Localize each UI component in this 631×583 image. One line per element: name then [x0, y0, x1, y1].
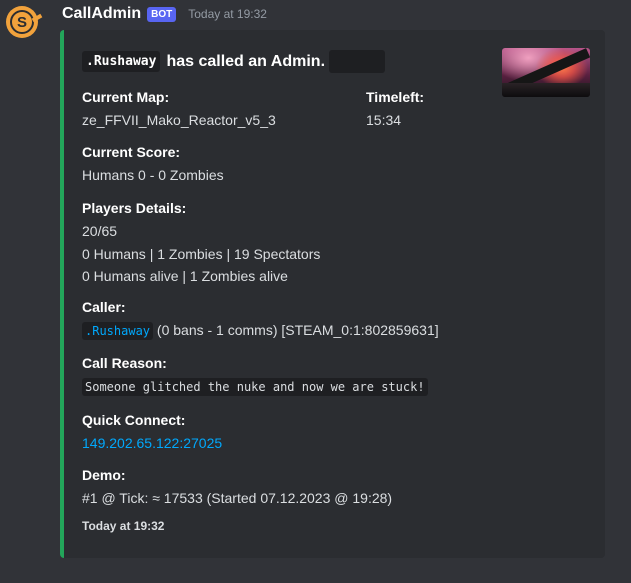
- field-quick-connect: Quick Connect: 149.202.65.122:27025: [82, 411, 222, 455]
- field-name: Timeleft:: [366, 89, 425, 105]
- field-value: ze_FFVII_Mako_Reactor_v5_3: [82, 112, 276, 128]
- field-timeleft: Timeleft: 15:34: [366, 88, 424, 132]
- embed-footer-timestamp: Today at 19:32: [82, 519, 165, 533]
- field-current-map: Current Map: ze_FFVII_Mako_Reactor_v5_3: [82, 88, 276, 132]
- quick-connect-link[interactable]: 149.202.65.122:27025: [82, 432, 222, 455]
- username[interactable]: CallAdmin: [62, 5, 141, 23]
- field-value: Humans 0 - 0 Zombies: [82, 167, 224, 183]
- field-value: #1 @ Tick: ≈ 17533 (Started 07.12.2023 @…: [82, 490, 393, 506]
- field-name: Demo:: [82, 467, 126, 483]
- message-header: CallAdmin BOT Today at 19:32: [62, 2, 267, 26]
- field-call-reason: Call Reason: Someone glitched the nuke a…: [82, 354, 428, 399]
- field-players-details: Players Details: 20/65 0 Humans | 1 Zomb…: [82, 199, 320, 288]
- players-teams: 0 Humans | 1 Zombies | 19 Spectators: [82, 245, 321, 262]
- field-value: 15:34: [366, 112, 402, 128]
- avatar-decoration: [31, 13, 43, 23]
- title-player-code: .Rushaway: [82, 51, 161, 72]
- caller-code: .Rushaway: [82, 322, 154, 340]
- bot-badge: BOT: [147, 6, 177, 22]
- spoiler-block[interactable]: [329, 50, 386, 73]
- embed-title: .Rushaway has called an Admin.: [82, 50, 386, 73]
- field-name: Current Map:: [82, 89, 170, 105]
- thumbnail-ground: [502, 83, 590, 97]
- field-name: Players Details:: [82, 200, 187, 216]
- map-thumbnail[interactable]: [502, 48, 590, 97]
- field-name: Quick Connect:: [82, 412, 186, 428]
- s-logo-icon: S: [10, 10, 34, 34]
- reason-code: Someone glitched the nuke and now we are…: [82, 378, 428, 396]
- embed-card: .Rushaway has called an Admin. Current M…: [60, 30, 605, 558]
- field-demo: Demo: #1 @ Tick: ≈ 17533 (Started 07.12.…: [82, 466, 392, 510]
- title-text: has called an Admin.: [166, 52, 326, 70]
- message-timestamp[interactable]: Today at 19:32: [188, 7, 267, 21]
- caller-details: (0 bans - 1 comms) [STEAM_0:1:802859631]: [156, 322, 439, 338]
- field-name: Current Score:: [82, 144, 181, 160]
- players-alive: 0 Humans alive | 1 Zombies alive: [82, 268, 288, 284]
- field-name: Caller:: [82, 299, 126, 315]
- players-count: 20/65: [82, 223, 118, 239]
- field-current-score: Current Score: Humans 0 - 0 Zombies: [82, 143, 224, 187]
- field-value: Someone glitched the nuke and now we are…: [82, 375, 428, 399]
- bot-avatar[interactable]: S: [6, 6, 43, 38]
- field-caller: Caller: .Rushaway (0 bans - 1 comms) [ST…: [82, 298, 439, 343]
- field-name: Call Reason:: [82, 355, 167, 371]
- field-value: .Rushaway (0 bans - 1 comms) [STEAM_0:1:…: [82, 319, 439, 343]
